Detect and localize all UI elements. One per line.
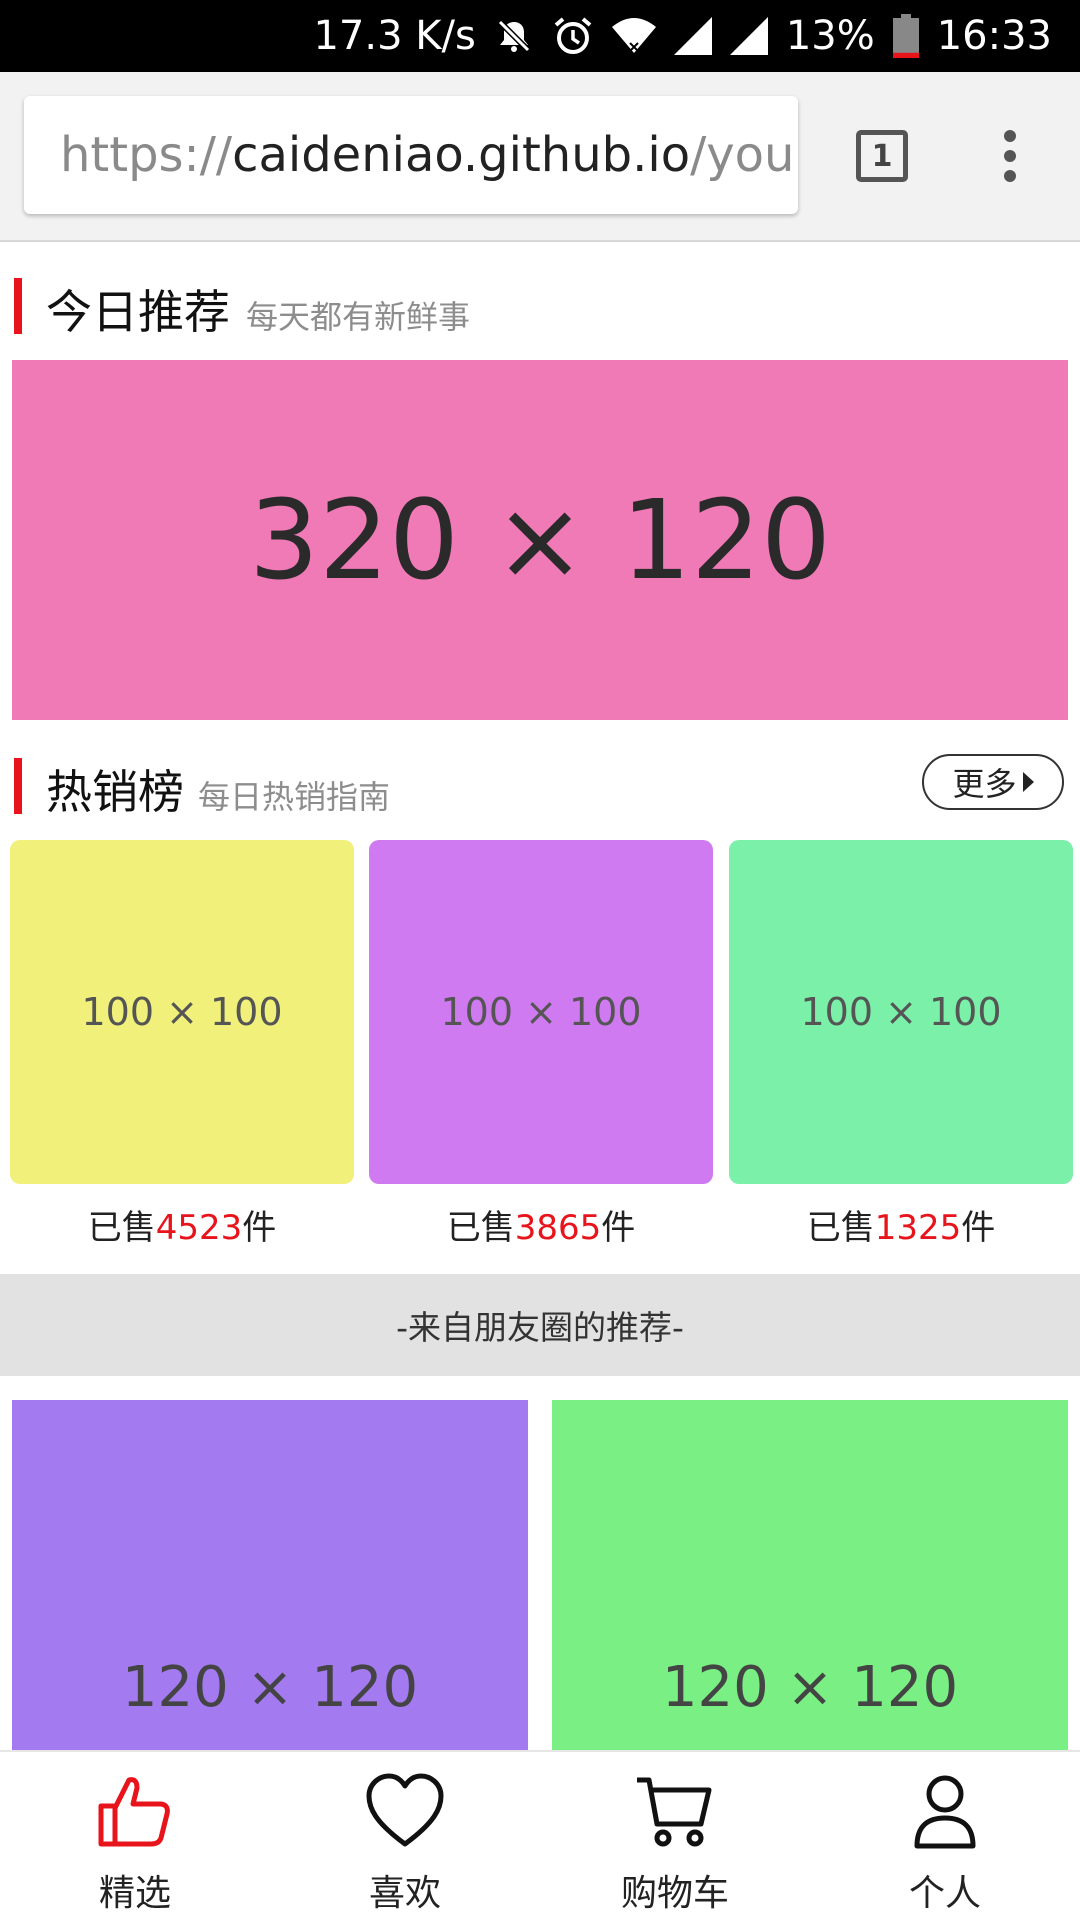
more-label: 更多 [952, 765, 1017, 803]
section-subtitle: 每日热销指南 [198, 778, 391, 816]
browser-toolbar: https://caideniao.github.io/you 1 [0, 72, 1080, 242]
nav-item-cart[interactable]: 购物车 [540, 1752, 810, 1920]
nav-item-profile[interactable]: 个人 [810, 1752, 1080, 1920]
section-accent-bar [14, 758, 22, 814]
nav-label: 购物车 [620, 1873, 729, 1914]
image-placeholder-text: 120 × 120 [661, 1655, 959, 1720]
friends-recommend-banner: -来自朋友圈的推荐- [0, 1274, 1080, 1376]
wifi-icon [611, 17, 656, 55]
image-placeholder-text: 100 × 100 [440, 990, 642, 1034]
friend-item-image[interactable]: 120 × 120 [552, 1400, 1068, 1750]
thumbs-up-icon [98, 1777, 170, 1847]
battery-icon [892, 14, 919, 58]
image-placeholder-text: 100 × 100 [800, 990, 1002, 1034]
overflow-menu-icon[interactable] [1000, 130, 1020, 186]
alarm-icon [552, 15, 594, 57]
today-banner-image[interactable]: 320 × 120 [12, 360, 1068, 720]
sold-count: 已售4523件 [87, 1208, 277, 1248]
image-placeholder-text: 100 × 100 [81, 990, 283, 1034]
signal-icon [673, 17, 712, 55]
sold-count: 已售3865件 [446, 1208, 636, 1248]
hot-item-image[interactable]: 100 × 100 [369, 840, 713, 1184]
tab-switcher-button[interactable]: 1 [856, 130, 908, 182]
friend-item-image[interactable]: 120 × 120 [12, 1400, 528, 1750]
nav-label: 个人 [908, 1873, 981, 1914]
nav-item-like[interactable]: 喜欢 [270, 1752, 540, 1920]
caret-right-icon [1022, 772, 1034, 792]
battery-percent: 13% [785, 13, 875, 59]
cart-icon [637, 1777, 712, 1847]
section-title: 今日推荐 [46, 285, 230, 339]
today-section-header: 今日推荐 每天都有新鲜事 [0, 272, 1080, 342]
nav-item-featured[interactable]: 精选 [0, 1752, 270, 1920]
clock: 16:33 [936, 13, 1052, 59]
hot-item-image[interactable]: 100 × 100 [10, 840, 354, 1184]
image-placeholder-text: 120 × 120 [121, 1655, 419, 1720]
net-speed: 17.3 K/s [313, 13, 476, 59]
url-path: /you [690, 127, 795, 183]
section-title: 热销榜 [46, 765, 184, 819]
hot-item-image[interactable]: 100 × 100 [729, 840, 1073, 1184]
hot-section-header: 热销榜 每日热销指南 [0, 752, 1080, 822]
url-host: caideniao.github.io [232, 127, 691, 183]
more-button[interactable]: 更多 [922, 754, 1064, 810]
heart-icon [366, 1773, 444, 1847]
mute-bell-icon [494, 16, 534, 56]
nav-label: 喜欢 [368, 1873, 441, 1914]
banner-placeholder-text: 320 × 120 [248, 476, 831, 604]
bottom-nav: 精选 喜欢 购物车 个人 [0, 1750, 1080, 1920]
signal-icon [729, 17, 768, 55]
status-bar: 17.3 K/s 13% 16:33 [0, 0, 1080, 72]
sold-count: 已售1325件 [806, 1208, 996, 1248]
section-subtitle: 每天都有新鲜事 [246, 298, 471, 336]
url-bar[interactable]: https://caideniao.github.io/you [24, 96, 798, 214]
user-icon [914, 1775, 976, 1849]
section-accent-bar [14, 278, 22, 334]
nav-label: 精选 [98, 1873, 171, 1914]
url-scheme: https:// [60, 127, 233, 183]
friends-banner-text: -来自朋友圈的推荐- [396, 1308, 684, 1347]
